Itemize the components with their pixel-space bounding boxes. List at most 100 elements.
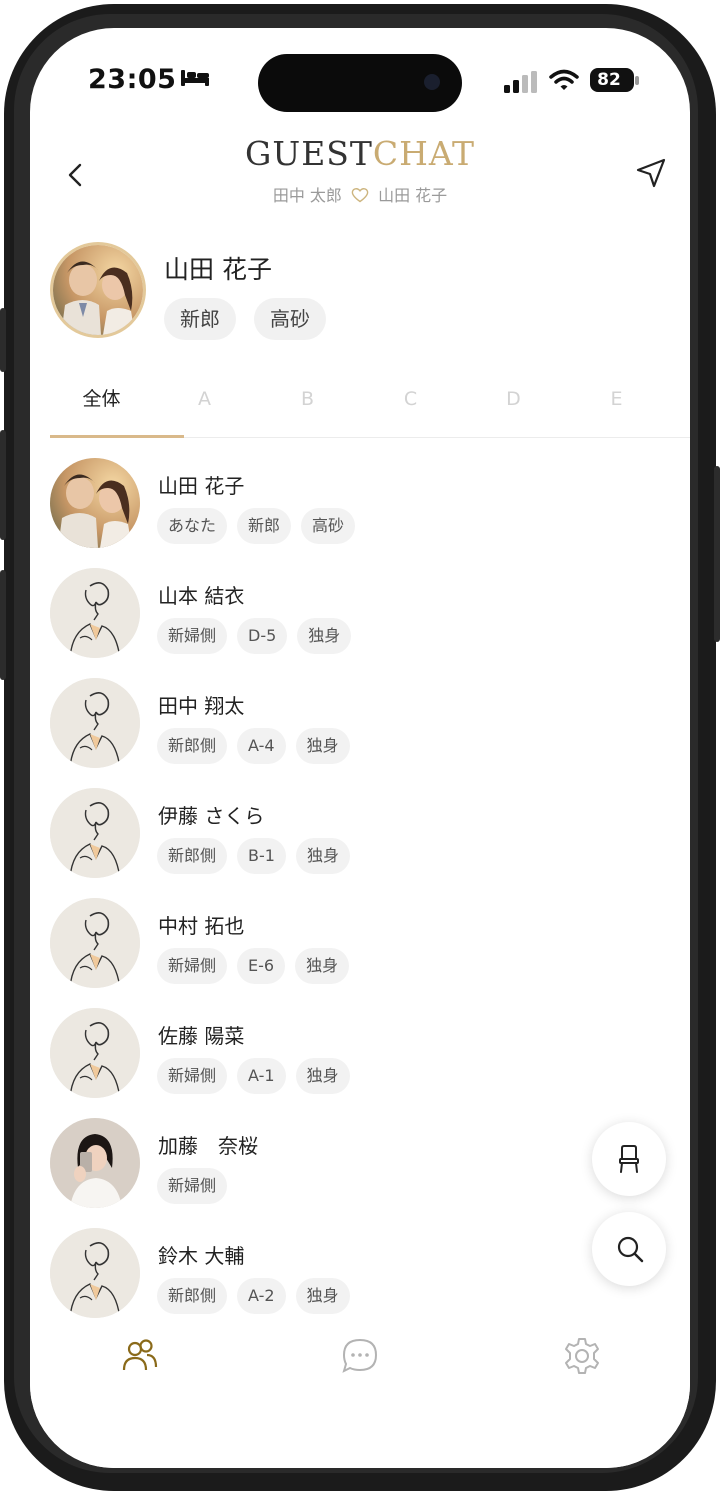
- chair-icon: [619, 1145, 639, 1173]
- guest-row[interactable]: 加藤 奈桜 新婦側: [30, 1108, 690, 1218]
- guest-tag: 新郎側: [157, 838, 228, 874]
- guest-name: 中村 拓也: [158, 914, 245, 938]
- sleep-focus-icon: [181, 70, 209, 86]
- bottom-navigation: [30, 1318, 690, 1468]
- couple-photo: [50, 458, 140, 548]
- guest-tag: 新郎側: [157, 1278, 228, 1314]
- guest-name: 田中 翔太: [158, 694, 245, 718]
- guest-name: 山本 結衣: [158, 584, 245, 608]
- guest-tag: 独身: [295, 1058, 350, 1094]
- guest-name: 鈴木 大輔: [158, 1244, 245, 1268]
- guest-tag: 独身: [295, 1278, 350, 1314]
- app-screen: 23:05 82 GUESTCHAT 田中 太郎 山田 花子 山田 花子 新郎 …: [30, 28, 690, 1468]
- tab-d[interactable]: D: [462, 374, 565, 437]
- profile-name: 山田 花子: [164, 255, 272, 284]
- brand-chat: CHAT: [372, 134, 475, 173]
- guest-tag: 新郎: [237, 508, 292, 544]
- guest-tag: 新郎側: [157, 728, 228, 764]
- guest-name: 伊藤 さくら: [158, 804, 265, 828]
- profile-tags: 新郎 高砂: [164, 298, 326, 340]
- guest-tag: 独身: [297, 618, 352, 654]
- guest-row[interactable]: 鈴木 大輔新郎側 A-2 独身: [30, 1218, 690, 1328]
- sketch-avatar-illustration: [50, 788, 140, 878]
- guest-avatar[interactable]: [50, 678, 140, 768]
- guest-avatar[interactable]: [50, 1118, 140, 1208]
- camera-icon: [424, 74, 440, 90]
- seat-chart-button[interactable]: [592, 1122, 666, 1196]
- guest-row[interactable]: 伊藤 さくら新郎側 B-1 独身: [30, 778, 690, 888]
- guest-tag: E-6: [237, 948, 286, 984]
- couple-photo: [53, 245, 143, 335]
- guest-tag: 新婦側: [157, 618, 228, 654]
- guest-list: 山田 花子 あなた 新郎 高砂 山本 結衣 新婦側 D-5 独身 田中 翔太 新郎側 A-4 独身 伊藤…: [30, 448, 690, 1328]
- gear-icon[interactable]: [562, 1336, 602, 1376]
- guest-avatar[interactable]: [50, 1228, 140, 1318]
- app-brand-title: GUESTCHAT: [30, 134, 690, 173]
- search-button[interactable]: [592, 1212, 666, 1286]
- battery-level: 82: [597, 70, 621, 90]
- tab-e[interactable]: E: [565, 374, 668, 437]
- guest-row[interactable]: 山田 花子 あなた 新郎 高砂: [30, 448, 690, 558]
- dynamic-island: [258, 54, 462, 112]
- guest-row[interactable]: 田中 翔太新郎側 A-4 独身: [30, 668, 690, 778]
- battery-cap: [635, 76, 639, 85]
- guest-row[interactable]: 山本 結衣新婦側 D-5 独身: [30, 558, 690, 668]
- sketch-avatar-illustration: [50, 898, 140, 988]
- guest-tag: 高砂: [301, 508, 356, 544]
- guest-tag: 新婦側: [157, 948, 228, 984]
- guest-tag: A-1: [237, 1058, 286, 1094]
- heart-icon: [351, 188, 369, 203]
- active-tab-indicator: [50, 435, 184, 438]
- guest-tag: 独身: [295, 838, 350, 874]
- groom-name: 田中 太郎: [272, 186, 342, 205]
- chat-bubble-icon[interactable]: [340, 1336, 380, 1376]
- guest-avatar[interactable]: [50, 788, 140, 878]
- guest-tags: 新郎側 A-4 独身: [157, 728, 350, 764]
- battery-indicator: 82: [590, 68, 639, 92]
- status-time: 23:05: [88, 64, 177, 95]
- tab-a[interactable]: A: [153, 374, 256, 437]
- people-icon[interactable]: [120, 1336, 160, 1376]
- phone-side-button: [0, 570, 6, 680]
- guest-tags: 新婦側 A-1 独身: [157, 1058, 350, 1094]
- table-filter-tabs: 全体 A B C D E: [50, 374, 690, 438]
- guest-tag: D-5: [237, 618, 288, 654]
- tab-all[interactable]: 全体: [50, 374, 153, 437]
- guest-name: 加藤 奈桜: [158, 1134, 258, 1158]
- guest-tag: 新婦側: [157, 1168, 228, 1204]
- guest-tag: 独身: [295, 948, 350, 984]
- guest-tag: 独身: [295, 728, 350, 764]
- guest-tag: A-2: [237, 1278, 286, 1314]
- guest-name: 佐藤 陽菜: [158, 1024, 245, 1048]
- phone-side-button: [0, 430, 6, 540]
- selfie-photo: [50, 1118, 140, 1208]
- guest-avatar[interactable]: [50, 568, 140, 658]
- guest-tags: 新郎側 A-2 独身: [157, 1278, 350, 1314]
- guest-avatar[interactable]: [50, 458, 140, 548]
- phone-side-button: [714, 466, 720, 642]
- guest-tag: B-1: [237, 838, 286, 874]
- phone-side-button: [0, 308, 6, 372]
- profile-avatar[interactable]: [50, 242, 146, 338]
- guest-avatar[interactable]: [50, 898, 140, 988]
- guest-avatar[interactable]: [50, 1008, 140, 1098]
- guest-tags: 新婦側: [157, 1168, 228, 1204]
- guest-row[interactable]: 佐藤 陽菜新婦側 A-1 独身: [30, 998, 690, 1108]
- sketch-avatar-illustration: [50, 1228, 140, 1318]
- guest-tags: あなた 新郎 高砂: [157, 508, 356, 544]
- sketch-avatar-illustration: [50, 568, 140, 658]
- bride-name: 山田 花子: [378, 186, 448, 205]
- tab-b[interactable]: B: [256, 374, 359, 437]
- guest-tag: あなた: [157, 508, 228, 544]
- sketch-avatar-illustration: [50, 678, 140, 768]
- guest-tag: 新婦側: [157, 1058, 228, 1094]
- guest-tags: 新婦側 D-5 独身: [157, 618, 352, 654]
- guest-tags: 新郎側 B-1 独身: [157, 838, 350, 874]
- tab-c[interactable]: C: [359, 374, 462, 437]
- brand-guest: GUEST: [245, 134, 373, 173]
- guest-row[interactable]: 中村 拓也新婦側 E-6 独身: [30, 888, 690, 998]
- send-icon[interactable]: [634, 156, 668, 190]
- couple-names: 田中 太郎 山田 花子: [30, 182, 690, 206]
- sketch-avatar-illustration: [50, 1008, 140, 1098]
- wifi-icon: [549, 69, 579, 90]
